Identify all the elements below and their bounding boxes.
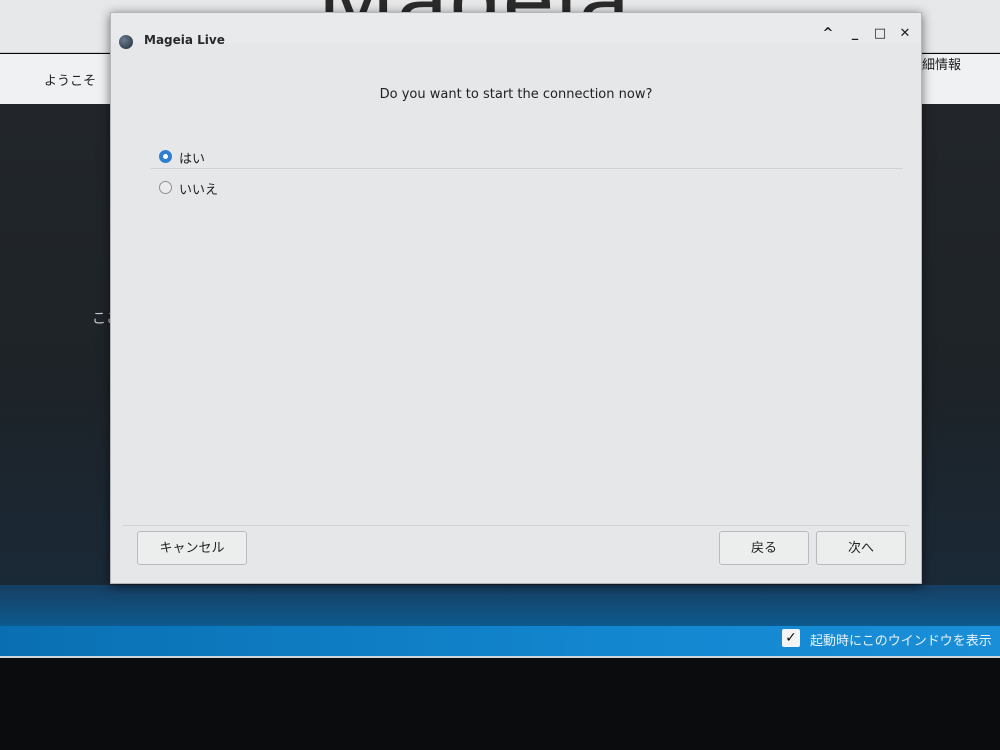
keep-above-button[interactable]: ^ xyxy=(819,25,837,43)
background-strip xyxy=(0,585,1000,627)
option-no-label: いいえ xyxy=(179,183,219,198)
dialog-title: Mageia Live xyxy=(144,33,225,47)
dialog-question: Do you want to start the connection now? xyxy=(379,87,653,102)
background-tab-details[interactable]: 細情報 xyxy=(922,54,961,73)
mageia-app-icon xyxy=(119,35,133,49)
close-button[interactable]: ✕ xyxy=(896,25,914,43)
maximize-button[interactable]: □ xyxy=(871,25,889,43)
dialog-titlebar[interactable]: Mageia Live ^ _ □ ✕ xyxy=(111,13,921,49)
background-tab-welcome[interactable]: ようこそ xyxy=(44,70,96,89)
option-yes-label: はい xyxy=(179,152,206,167)
cancel-button[interactable]: キャンセル xyxy=(137,531,247,565)
screen: Mageia ようこそ 細情報 ここ ✓ 起動時にこのウインドウを表示 Mage… xyxy=(0,0,1000,750)
back-button[interactable]: 戻る xyxy=(719,531,809,565)
button-separator xyxy=(123,525,909,526)
show-on-startup-checkbox[interactable]: ✓ xyxy=(782,629,800,647)
minimize-button[interactable]: _ xyxy=(846,25,864,43)
radio-selected-icon[interactable] xyxy=(159,150,172,163)
next-button[interactable]: 次へ xyxy=(816,531,906,565)
connection-dialog: Mageia Live ^ _ □ ✕ Do you want to start… xyxy=(110,12,922,584)
radio-unselected-icon[interactable] xyxy=(159,181,172,194)
option-yes[interactable]: はい xyxy=(151,146,903,169)
show-on-startup-label: 起動時にこのウインドウを表示 xyxy=(810,634,992,649)
monitor-bezel xyxy=(0,658,1000,750)
option-no[interactable]: いいえ xyxy=(151,177,903,199)
